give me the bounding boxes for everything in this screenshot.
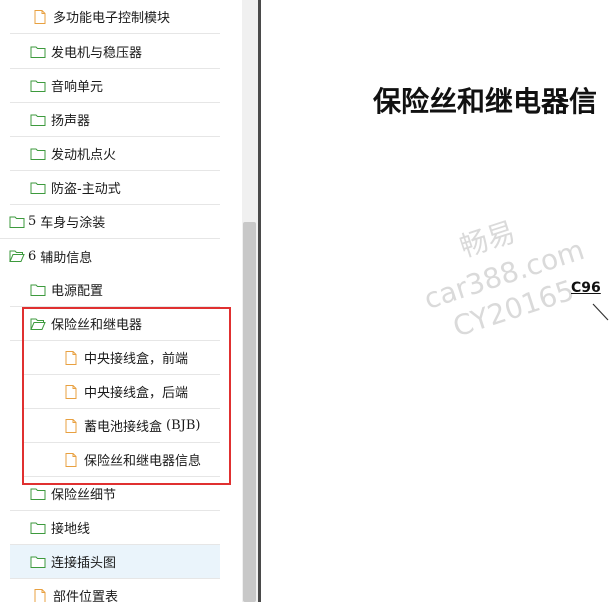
document-title: 保险丝和继电器信 xyxy=(373,85,598,118)
tree-item-cjb-rear[interactable]: 中央接线盒，后端 xyxy=(22,375,220,409)
tree-item-connector-diagrams[interactable]: 连接插头图 xyxy=(10,545,220,579)
tree-item-speakers[interactable]: 扬声器 xyxy=(10,103,220,137)
tree-item-antitheft-active[interactable]: 防盗-主动式 xyxy=(10,171,220,205)
folder-icon xyxy=(30,522,46,534)
folder-icon xyxy=(30,284,46,296)
tree-item-bjb[interactable]: 蓄电池接线盒 (BJB) xyxy=(22,409,220,443)
tree-item-generator[interactable]: 发电机与稳压器 xyxy=(10,35,220,69)
tree-item-body-paint[interactable]: 5 车身与涂装 xyxy=(0,205,220,239)
folder-icon xyxy=(30,80,46,92)
tree-item-component-location[interactable]: 部件位置表 xyxy=(10,579,220,602)
tree-item-label: 中央接线盒，后端 xyxy=(84,386,189,401)
folder-open-icon xyxy=(30,318,46,330)
connector-line xyxy=(592,303,609,321)
tree-item-label: 音响单元 xyxy=(51,80,104,95)
tree-item-number: 5 xyxy=(28,214,37,229)
scrollbar-thumb[interactable] xyxy=(243,222,256,602)
folder-icon xyxy=(9,216,25,228)
tree-item-label: 连接插头图 xyxy=(51,556,117,571)
document-icon xyxy=(65,452,77,467)
connector-label: C96 xyxy=(571,280,601,296)
tree-item-label: 多功能电子控制模块 xyxy=(53,11,171,26)
tree-item-ground-wires[interactable]: 接地线 xyxy=(10,511,220,545)
tree-item-label: 蓄电池接线盒 xyxy=(84,420,163,435)
tree-item-fuse-relay-info[interactable]: 保险丝和继电器信息 xyxy=(22,443,220,477)
tree-item-aux-info[interactable]: 6 辅助信息 xyxy=(0,239,220,273)
tree-item-label: 保险丝细节 xyxy=(51,488,117,503)
tree-item-fuse-details[interactable]: 保险丝细节 xyxy=(10,477,220,511)
tree-item-label: 保险丝和继电器信息 xyxy=(84,454,202,469)
tree-item-multifunction-module[interactable]: 多功能电子控制模块 xyxy=(10,0,220,34)
folder-icon xyxy=(30,556,46,568)
document-view: 保险丝和继电器信 畅易 car388.com CY20165 C96 xyxy=(261,0,610,602)
tree-item-label: 中央接线盒，前端 xyxy=(84,352,189,367)
folder-icon xyxy=(30,46,46,58)
folder-icon xyxy=(30,114,46,126)
tree-item-engine-ignition[interactable]: 发动机点火 xyxy=(10,137,220,171)
tree-item-label: 发电机与稳压器 xyxy=(51,46,143,61)
document-icon xyxy=(65,384,77,399)
folder-icon xyxy=(30,488,46,500)
folder-icon xyxy=(30,182,46,194)
tree-item-power-config[interactable]: 电源配置 xyxy=(10,273,220,307)
tree-item-label: 部件位置表 xyxy=(53,590,119,602)
tree-item-label: 辅助信息 xyxy=(40,250,93,266)
tree-item-audio-unit[interactable]: 音响单元 xyxy=(10,69,220,103)
tree-item-label: 发动机点火 xyxy=(51,148,117,163)
navigation-tree: 多功能电子控制模块 发电机与稳压器 音响单元 扬声器 发动机点火 防盗-主动式 … xyxy=(0,0,242,602)
tree-item-label: 车身与涂装 xyxy=(40,216,106,231)
tree-item-label: 电源配置 xyxy=(51,284,104,299)
tree-item-cjb-front[interactable]: 中央接线盒，前端 xyxy=(22,341,220,375)
document-icon xyxy=(34,9,46,24)
folder-icon xyxy=(30,148,46,160)
folder-open-icon xyxy=(9,250,25,262)
tree-item-fuses-relays[interactable]: 保险丝和继电器 xyxy=(10,307,220,341)
tree-item-suffix: (BJB) xyxy=(166,418,201,433)
document-icon xyxy=(65,418,77,433)
tree-item-number: 6 xyxy=(28,248,37,264)
tree-item-label: 防盗-主动式 xyxy=(51,182,121,197)
tree-item-label: 扬声器 xyxy=(51,114,91,129)
tree-item-label: 接地线 xyxy=(51,522,91,537)
document-icon xyxy=(34,588,46,602)
tree-item-label: 保险丝和继电器 xyxy=(51,318,143,333)
document-icon xyxy=(65,350,77,365)
